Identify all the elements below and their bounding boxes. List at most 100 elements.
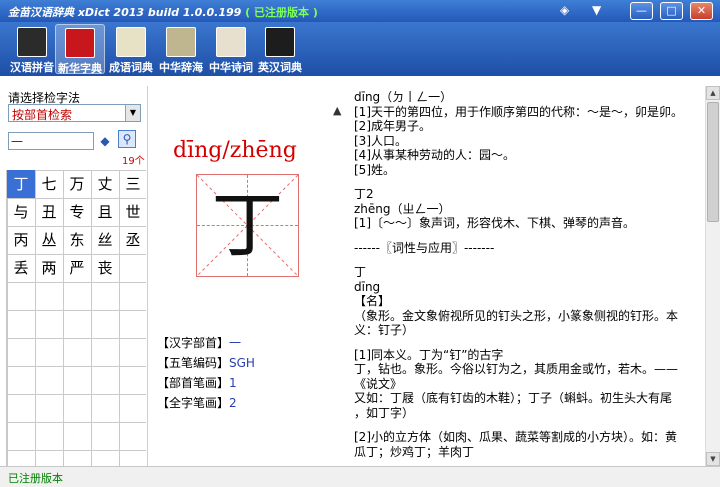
character-cell[interactable]: 且: [91, 198, 119, 226]
scroll-up-icon[interactable]: ▲: [706, 86, 720, 100]
character-cell[interactable]: 丑: [35, 198, 63, 226]
tool-pinyin[interactable]: 汉语拼音: [7, 24, 57, 74]
minimize-button[interactable]: —: [630, 2, 653, 20]
tool-english-chinese[interactable]: 英汉词典: [255, 24, 305, 74]
tool-idiom-dictionary[interactable]: 成语词典: [106, 24, 156, 74]
xinhua-book-icon: [65, 28, 95, 58]
character-cell[interactable]: 万: [63, 170, 91, 198]
character-detail-panel: dīng/zhēng 丁 【汉字部首】一 【五笔编码】SGH 【部首笔画】1 【…: [149, 86, 345, 466]
character-cell[interactable]: 三: [119, 170, 147, 198]
info-value: SGH: [229, 356, 255, 370]
info-label: 【五笔编码】: [157, 356, 230, 370]
definition-line: 义：钉子）: [354, 323, 415, 337]
poetry-book-icon: [216, 27, 246, 57]
character-cell[interactable]: 严: [63, 254, 91, 282]
radical-input-box[interactable]: [8, 132, 94, 150]
search-icon[interactable]: ⚲: [118, 130, 136, 148]
character-cell[interactable]: 丁: [7, 170, 35, 198]
eraser-icon[interactable]: ◆: [97, 134, 113, 148]
result-count: 19个: [122, 156, 145, 167]
definition-line: dīng（ㄉ丨ㄥ一）: [354, 90, 453, 104]
definition-line: （象形。金文象俯视所见的钉头之形，小篆象侧视的钉形。本: [354, 308, 679, 323]
definition-line: [2]成年男子。: [354, 119, 431, 133]
definition-line: 瓜丁；炒鸡丁；羊肉丁: [354, 444, 475, 459]
speaker-icon[interactable]: ▲: [333, 104, 347, 118]
info-wubi: 【五笔编码】SGH: [157, 354, 255, 371]
maximize-button[interactable]: □: [660, 2, 683, 20]
definition-line: ------〖词性与应用〗-------: [354, 240, 495, 255]
status-text: 已注册版本: [8, 472, 63, 485]
character-cell[interactable]: 丞: [119, 226, 147, 254]
cihai-book-icon: [166, 27, 196, 57]
close-button[interactable]: ✕: [690, 2, 713, 20]
info-label: 【汉字部首】: [157, 336, 230, 350]
definition-line: 《说文》: [354, 376, 403, 391]
search-method-select[interactable]: 按部首检索 ▼: [8, 104, 141, 122]
tool-poetry[interactable]: 中华诗词: [206, 24, 256, 74]
tool-label: 新华字典: [58, 62, 102, 75]
character-cell[interactable]: 专: [63, 198, 91, 226]
definition-line: [1]同本义。丁为“钉”的古字: [354, 347, 504, 362]
character-cell[interactable]: 与: [7, 198, 35, 226]
definition-line: [5]姓。: [354, 162, 395, 177]
chevron-down-icon[interactable]: ▼: [125, 105, 140, 121]
tool-cihai[interactable]: 中华辞海: [156, 24, 206, 74]
app-title: 金苗汉语辞典 xDict 2013 build 1.0.0.199 ( 已注册版…: [8, 4, 318, 20]
scroll-thumb[interactable]: [707, 102, 719, 222]
character-cell[interactable]: 丧: [91, 254, 119, 282]
info-label: 【全字笔画】: [157, 396, 230, 410]
english-chinese-book-icon: [265, 27, 295, 57]
tool-label: 成语词典: [109, 61, 153, 74]
definition-line: 丁: [354, 265, 367, 279]
radical-input[interactable]: [9, 133, 93, 149]
search-method-value: 按部首检索: [12, 108, 73, 122]
character-cell[interactable]: 丛: [35, 226, 63, 254]
character-grid: 丁七万丈三与丑专且世丙丛东丝丞丢两严丧: [6, 170, 146, 466]
tool-label: 英汉词典: [258, 61, 302, 74]
character-writing-grid: 丁: [196, 174, 299, 277]
large-character: 丁: [211, 183, 284, 267]
definition-line: [4]从事某种劳动的人：园～。: [354, 148, 515, 162]
main-toolbar: 汉语拼音 新华字典 成语词典 中华辞海 中华诗词 英汉词典: [0, 22, 720, 76]
definition-line: 又如：丁屐（底有钉齿的木鞋）；丁子（蝌蚪。初生头大有尾: [354, 391, 673, 405]
definition-line: [2]小的立方体（如肉、瓜果、蔬菜等割成的小方块）。如：黄: [354, 430, 678, 444]
character-cell[interactable]: 丙: [7, 226, 35, 254]
character-cell[interactable]: 两: [35, 254, 63, 282]
definition-scrollbar[interactable]: ▲ ▼: [705, 86, 720, 466]
scroll-down-icon[interactable]: ▼: [706, 452, 720, 466]
definition-line: 【名】: [354, 294, 391, 308]
character-cell[interactable]: 东: [63, 226, 91, 254]
character-cell[interactable]: 丢: [7, 254, 35, 282]
pinyin-book-icon: [17, 27, 47, 57]
status-bar: 已注册版本: [0, 466, 720, 487]
skin-icon[interactable]: ◈: [560, 3, 569, 17]
window-title: 金苗汉语辞典 xDict 2013 build 1.0.0.199: [8, 6, 242, 19]
tool-label: 中华诗词: [209, 61, 253, 74]
info-value: 2: [229, 396, 237, 410]
character-cell[interactable]: 七: [35, 170, 63, 198]
tool-label: 中华辞海: [159, 61, 203, 74]
definition-text: dīng（ㄉ丨ㄥ一） [1]天干的第四位，用于作顺序第四的代称：～是～，卯是卯。[…: [354, 90, 704, 466]
search-panel: 请选择检字法 按部首检索 ▼ ◆ ⚲ 19个 丁七万丈三与丑专且世丙丛东丝丞丢两…: [0, 86, 148, 466]
idiom-book-icon: [116, 27, 146, 57]
tool-xinhua-dictionary[interactable]: 新华字典: [55, 24, 105, 75]
definition-line: dīng: [354, 279, 381, 294]
dropdown-menu-icon[interactable]: ▼: [592, 3, 601, 17]
definition-line: ，如丁字）: [354, 405, 415, 420]
character-cell[interactable]: 丈: [91, 170, 119, 198]
definition-line: [3]人口。: [354, 133, 407, 148]
character-cell[interactable]: 世: [119, 198, 147, 226]
definition-line: [1]〔～～〕象声词，形容伐木、下棋、弹琴的声音。: [354, 216, 636, 230]
info-radical-strokes: 【部首笔画】1: [157, 374, 237, 391]
info-total-strokes: 【全字笔画】2: [157, 394, 237, 411]
info-value: 1: [229, 376, 237, 390]
info-value: 一: [229, 336, 242, 350]
registered-badge: ( 已注册版本 ): [245, 6, 318, 19]
definition-line: [1]天干的第四位，用于作顺序第四的代称：～是～，卯是卯。: [354, 104, 684, 119]
title-bar: 金苗汉语辞典 xDict 2013 build 1.0.0.199 ( 已注册版…: [0, 0, 720, 22]
character-cell[interactable]: 丝: [91, 226, 119, 254]
